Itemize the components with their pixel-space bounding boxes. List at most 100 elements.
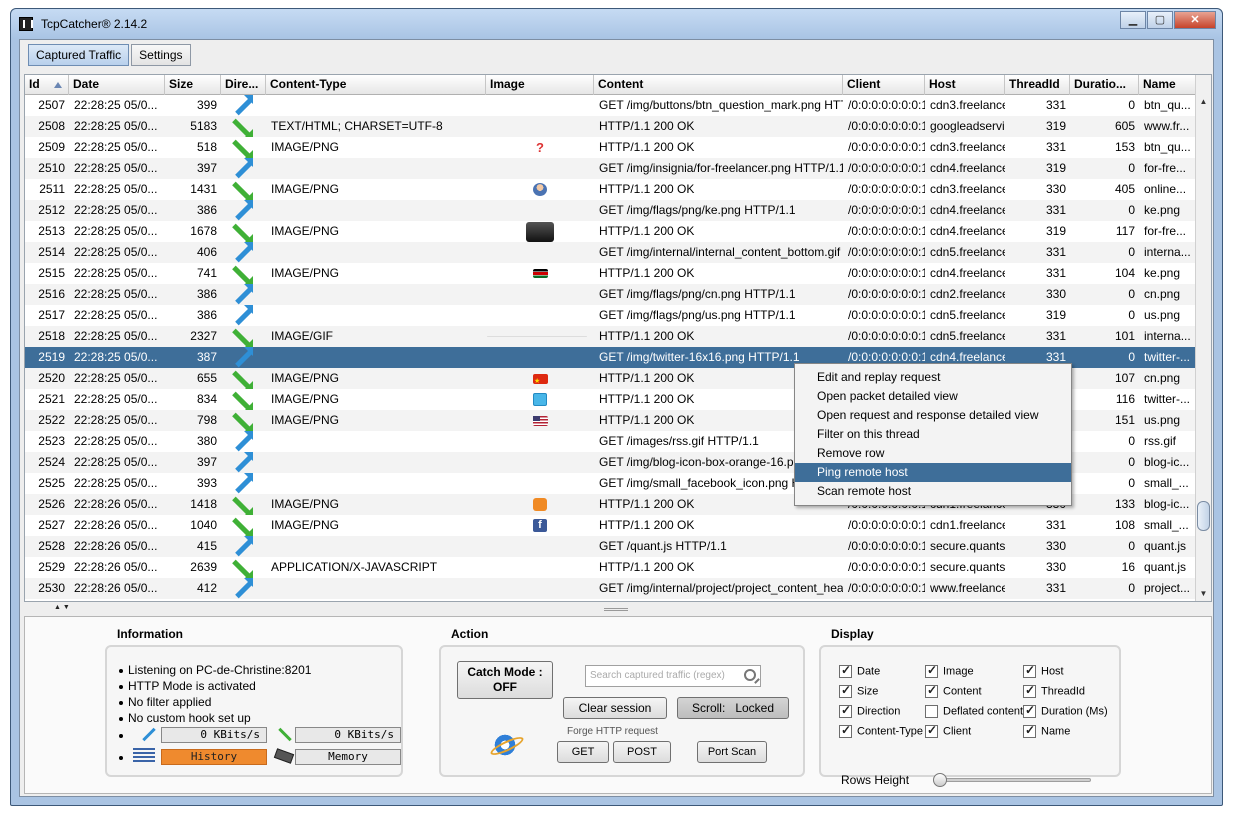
cell-name: btn_qu... xyxy=(1144,140,1191,154)
port-scan-button[interactable]: Port Scan xyxy=(697,741,767,763)
table-row[interactable]: 2528 22:28:26 05/0... 415 GET /quant.js HTT… xyxy=(25,536,1197,557)
maximize-button[interactable]: ▢ xyxy=(1147,11,1173,29)
context-menu-item[interactable]: Open packet detailed view xyxy=(795,387,1071,406)
table-row[interactable]: 2517 22:28:25 05/0... 386 GET /img/flags/pn… xyxy=(25,305,1197,326)
search-icon[interactable] xyxy=(744,669,756,681)
checkbox-client[interactable]: Client xyxy=(925,723,971,738)
column-header-size[interactable]: Size xyxy=(165,75,221,95)
column-header-content[interactable]: Content xyxy=(594,75,843,95)
table-row[interactable]: 2518 22:28:25 05/0... 2327 IMAGE/GIF HTTP/1.… xyxy=(25,326,1197,347)
browser-icon[interactable] xyxy=(493,733,517,757)
cell-content: HTTP/1.1 200 OK xyxy=(599,329,695,343)
catch-mode-button[interactable]: Catch Mode : OFF xyxy=(457,661,553,699)
splitter-grip-icon[interactable] xyxy=(604,608,628,611)
checkbox-name[interactable]: Name xyxy=(1023,723,1070,738)
table-row[interactable]: 2515 22:28:25 05/0... 741 IMAGE/PNG HTTP/1.1… xyxy=(25,263,1197,284)
table-row[interactable]: 2507 22:28:25 05/0... 399 GET /img/buttons/… xyxy=(25,95,1197,116)
checkbox-checked-icon[interactable] xyxy=(839,723,852,738)
checkbox-label: ThreadId xyxy=(1041,685,1086,698)
column-header-duration[interactable]: Duratio... xyxy=(1070,75,1139,95)
tab-settings[interactable]: Settings xyxy=(131,44,191,66)
column-header-threadid[interactable]: ThreadId xyxy=(1005,75,1070,95)
context-menu-item[interactable]: Scan remote host xyxy=(795,482,1071,501)
checkbox-checked-icon[interactable] xyxy=(839,703,852,718)
checkbox-image[interactable]: Image xyxy=(925,663,974,678)
checkbox-checked-icon[interactable] xyxy=(839,663,852,678)
scrollbar-thumb[interactable] xyxy=(1197,501,1210,531)
table-row[interactable]: 2530 22:28:26 05/0... 412 GET /img/internal… xyxy=(25,578,1197,599)
checkbox-duration-ms[interactable]: Duration (Ms) xyxy=(1023,703,1108,718)
table-row[interactable]: 2512 22:28:25 05/0... 386 GET /img/flags/pn… xyxy=(25,200,1197,221)
cell-threadid: 331 xyxy=(1045,266,1066,280)
column-header-date[interactable]: Date xyxy=(69,75,165,95)
checkbox-size[interactable]: Size xyxy=(839,683,878,698)
context-menu-item[interactable]: Edit and replay request xyxy=(795,368,1071,387)
table-row[interactable]: 2527 22:28:26 05/0... 1040 IMAGE/PNG f HTTP/1… xyxy=(25,515,1197,536)
column-header-content-type[interactable]: Content-Type xyxy=(266,75,486,95)
cell-content-type xyxy=(266,305,486,326)
cell-size: 5183 xyxy=(190,119,217,133)
memory-bar[interactable]: Memory xyxy=(295,749,401,765)
checkbox-checked-icon[interactable] xyxy=(839,683,852,698)
column-header-image[interactable]: Image xyxy=(486,75,594,95)
rows-height-slider-thumb[interactable] xyxy=(933,773,947,787)
table-row[interactable]: 2509 22:28:25 05/0... 518 IMAGE/PNG? HTTP/1.… xyxy=(25,137,1197,158)
table-row[interactable]: 2513 22:28:25 05/0... 1678 IMAGE/PNG HTTP/1.… xyxy=(25,221,1197,242)
table-row[interactable]: 2508 22:28:25 05/0... 5183 TEXT/HTML; CHARS… xyxy=(25,116,1197,137)
context-menu-item[interactable]: Open request and response detailed view xyxy=(795,406,1071,425)
cell-id: 2513 xyxy=(38,224,65,238)
cell-duration: 153 xyxy=(1114,140,1135,154)
post-button[interactable]: POST xyxy=(613,741,671,763)
checkbox-checked-icon[interactable] xyxy=(1023,663,1036,678)
checkbox-direction[interactable]: Direction xyxy=(839,703,900,718)
get-button[interactable]: GET xyxy=(557,741,609,763)
table-scrollbar[interactable]: ▲ ▼ xyxy=(1195,75,1211,601)
checkbox-checked-icon[interactable] xyxy=(925,723,938,738)
column-header-direction[interactable]: Dire... xyxy=(221,75,266,95)
cell-content-type xyxy=(266,473,486,494)
scroll-up-icon[interactable]: ▲ xyxy=(1196,95,1211,109)
search-input[interactable]: Search captured traffic (regex) xyxy=(585,665,761,687)
table-header: Id Date Size Dire... Content-Type Image … xyxy=(25,75,1197,95)
checkbox-threadid[interactable]: ThreadId xyxy=(1023,683,1086,698)
title-bar[interactable]: TcpCatcher® 2.14.2 ▁ ▢ ✕ xyxy=(11,9,1222,39)
checkbox-checked-icon[interactable] xyxy=(925,663,938,678)
checkbox-checked-icon[interactable] xyxy=(1023,723,1036,738)
checkbox-checked-icon[interactable] xyxy=(1023,703,1036,718)
cell-date: 22:28:25 05/0... xyxy=(74,434,158,448)
cell-name: btn_qu... xyxy=(1144,98,1191,112)
rows-height-slider[interactable] xyxy=(937,778,1091,782)
table-row[interactable]: 2510 22:28:25 05/0... 397 GET /img/insignia… xyxy=(25,158,1197,179)
checkbox-label: Content xyxy=(943,685,982,698)
clear-session-button[interactable]: Clear session xyxy=(563,697,667,719)
checkbox-content-type[interactable]: Content-Type xyxy=(839,723,923,738)
checkbox-checked-icon[interactable] xyxy=(1023,683,1036,698)
checkbox-deflated-content[interactable]: Deflated content xyxy=(925,705,1023,718)
cell-content: GET /img/flags/png/us.png HTTP/1.1 xyxy=(599,308,796,322)
checkbox-content[interactable]: Content xyxy=(925,683,982,698)
table-row[interactable]: 2514 22:28:25 05/0... 406 GET /img/internal… xyxy=(25,242,1197,263)
checkbox-unchecked-icon[interactable] xyxy=(925,705,938,718)
history-bar[interactable]: History xyxy=(161,749,267,765)
cell-duration: 107 xyxy=(1114,371,1135,385)
table-row[interactable]: 2529 22:28:26 05/0... 2639 APPLICATION/X-JA… xyxy=(25,557,1197,578)
column-header-client[interactable]: Client xyxy=(843,75,925,95)
column-header-name[interactable]: Name xyxy=(1139,75,1197,95)
column-header-host[interactable]: Host xyxy=(925,75,1005,95)
minimize-button[interactable]: ▁ xyxy=(1120,11,1146,29)
checkbox-host[interactable]: Host xyxy=(1023,663,1064,678)
table-row[interactable]: 2516 22:28:25 05/0... 386 GET /img/flags/pn… xyxy=(25,284,1197,305)
close-button[interactable]: ✕ xyxy=(1174,11,1216,29)
context-menu-item[interactable]: Remove row xyxy=(795,444,1071,463)
context-menu-item[interactable]: Filter on this thread xyxy=(795,425,1071,444)
column-header-id[interactable]: Id xyxy=(25,75,69,95)
panel-splitter[interactable]: ▲ ▼ xyxy=(24,604,1212,614)
checkbox-date[interactable]: Date xyxy=(839,663,880,678)
tab-captured-traffic[interactable]: Captured Traffic xyxy=(28,44,130,66)
scroll-down-icon[interactable]: ▼ xyxy=(1196,587,1211,601)
splitter-arrows-icon[interactable]: ▲ ▼ xyxy=(54,604,70,611)
context-menu-item[interactable]: Ping remote host xyxy=(795,463,1071,482)
checkbox-checked-icon[interactable] xyxy=(925,683,938,698)
table-row[interactable]: 2511 22:28:25 05/0... 1431 IMAGE/PNG HTTP/1.… xyxy=(25,179,1197,200)
scroll-lock-toggle[interactable]: Scroll: Locked xyxy=(677,697,789,719)
